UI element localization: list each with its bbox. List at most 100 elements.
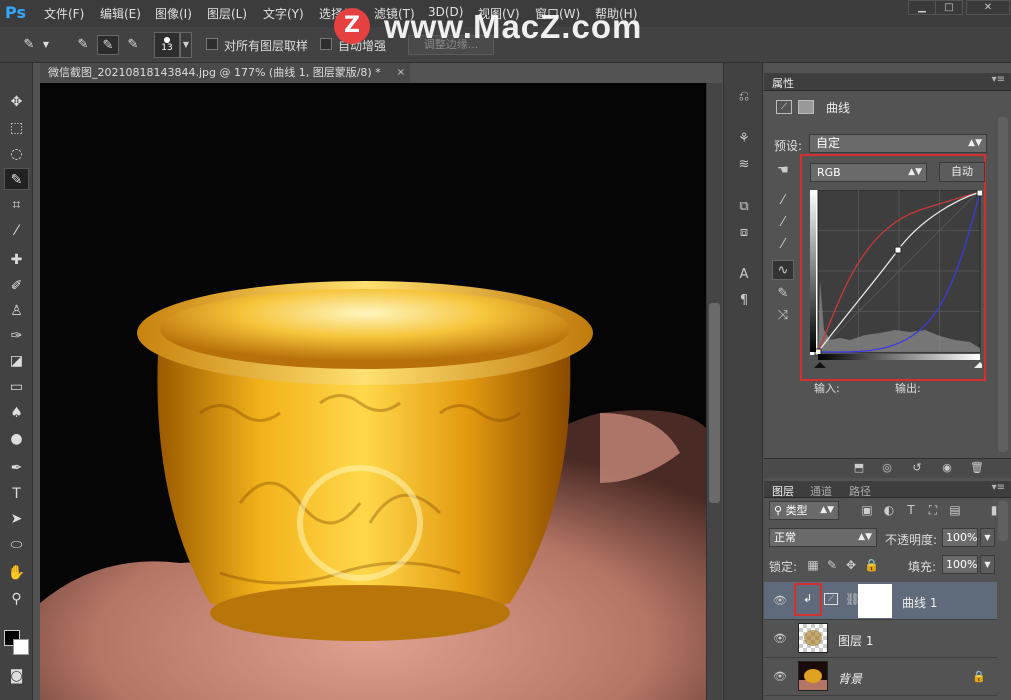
quick-mask-icon[interactable]: ◙	[4, 665, 29, 687]
crop-tool-icon[interactable]: ⌗	[4, 194, 29, 216]
subtract-selection-icon[interactable]: ✎	[122, 35, 144, 55]
filter-shape-icon[interactable]: ⛶	[925, 503, 941, 518]
move-tool-icon[interactable]: ✥	[4, 91, 29, 113]
curves-adjustment-icon[interactable]: ⟋	[776, 100, 792, 114]
lock-position-icon[interactable]: ✥	[844, 558, 858, 572]
menu-type[interactable]: 文字(Y)	[263, 5, 304, 22]
filter-smart-object-icon[interactable]: ▤	[947, 503, 963, 517]
clipping-mask-icon[interactable]: ↲	[803, 592, 812, 605]
path-selection-tool-icon[interactable]: ➤	[4, 508, 29, 530]
dodge-tool-icon[interactable]: ●	[4, 428, 29, 450]
layers-scrollbar[interactable]	[998, 501, 1008, 541]
menu-layer[interactable]: 图层(L)	[207, 5, 247, 22]
quick-selection-tool-icon[interactable]: ✎	[4, 168, 29, 190]
brush-tool-icon[interactable]: ✐	[4, 275, 29, 297]
document-canvas[interactable]	[40, 83, 706, 700]
type-tool-icon[interactable]: T	[4, 483, 29, 505]
auto-button[interactable]: 自动	[939, 162, 985, 182]
view-previous-state-icon[interactable]: ◎	[876, 461, 898, 474]
hand-tool-icon[interactable]: ✋	[4, 562, 29, 584]
tab-layers[interactable]: 图层	[772, 483, 794, 499]
layer-row-layer1[interactable]: 👁 图层 1	[764, 620, 997, 658]
layer-row-curves[interactable]: 👁 ↲ ⟋ ⛓ 曲线 1	[764, 582, 997, 620]
tab-channels[interactable]: 通道	[810, 483, 832, 499]
delete-icon[interactable]: 🗑	[966, 461, 988, 474]
visibility-icon[interactable]: ◉	[936, 461, 958, 474]
eye-icon[interactable]: 👁	[773, 632, 787, 645]
lock-transparent-icon[interactable]: ▦	[806, 558, 820, 572]
marquee-tool-icon[interactable]: ⬚	[4, 117, 29, 139]
black-point-eyedropper-icon[interactable]: ⁄	[772, 191, 794, 211]
blur-tool-icon[interactable]: ♠	[4, 402, 29, 424]
clip-to-layer-icon[interactable]: ⬒	[848, 461, 870, 474]
history-panel-icon[interactable]: ⎌	[733, 87, 755, 107]
fill-dropdown-icon[interactable]: ▼	[980, 555, 995, 574]
shape-tool-icon[interactable]: ⬭	[4, 534, 29, 556]
eye-icon[interactable]: 👁	[773, 594, 787, 607]
new-selection-icon[interactable]: ✎	[72, 35, 94, 55]
maximize-button[interactable]: □	[935, 0, 963, 15]
add-to-selection-icon[interactable]: ✎	[97, 35, 119, 55]
healing-brush-tool-icon[interactable]: ✚	[4, 249, 29, 271]
eye-icon[interactable]: 👁	[773, 670, 787, 683]
layer-row-background[interactable]: 👁 背景 🔒	[764, 658, 997, 696]
curves-graph[interactable]	[810, 190, 982, 375]
tool-preset-dropdown-icon[interactable]: ▼	[40, 35, 52, 55]
canvas-scroll-thumb[interactable]	[709, 303, 720, 503]
background-color-swatch[interactable]	[13, 639, 29, 655]
minimize-button[interactable]: ▁	[908, 0, 936, 15]
on-image-adjust-icon[interactable]: ☚	[772, 161, 794, 181]
brush-dropdown-icon[interactable]: ▼	[180, 32, 192, 58]
white-point-eyedropper-icon[interactable]: ⁄	[772, 235, 794, 255]
menu-file[interactable]: 文件(F)	[44, 5, 84, 22]
opacity-dropdown-icon[interactable]: ▼	[980, 528, 995, 547]
tab-paths[interactable]: 路径	[849, 483, 871, 499]
reset-icon[interactable]: ↺	[906, 461, 928, 474]
filter-type-icon[interactable]: T	[903, 503, 919, 517]
auto-enhance-checkbox[interactable]	[320, 38, 332, 50]
tool-presets-icon[interactable]: ⧈	[733, 223, 755, 243]
channel-select[interactable]: RGB ▲▼	[810, 163, 927, 182]
properties-tab[interactable]: 属性	[772, 75, 794, 91]
close-button[interactable]: ✕	[966, 0, 1010, 15]
brush-presets-icon[interactable]: ⚘	[733, 129, 755, 149]
sample-all-layers-checkbox[interactable]	[206, 38, 218, 50]
pencil-curve-icon[interactable]: ✎	[772, 284, 794, 304]
preset-select[interactable]: 自定 ▲▼	[809, 134, 987, 153]
filter-adjustment-icon[interactable]: ◐	[881, 503, 897, 517]
clone-stamp-tool-icon[interactable]: ♙	[4, 300, 29, 322]
eyedropper-tool-icon[interactable]: ⁄	[4, 220, 29, 242]
lock-all-icon[interactable]: 🔒	[864, 558, 879, 572]
brush-panel-icon[interactable]: ≋	[733, 155, 755, 175]
properties-scrollbar[interactable]	[998, 117, 1008, 452]
menu-edit[interactable]: 编辑(E)	[100, 5, 141, 22]
blend-mode-select[interactable]: 正常 ▲▼	[769, 528, 877, 547]
smooth-curve-icon[interactable]: ⤨	[772, 306, 794, 326]
gradient-tool-icon[interactable]: ▭	[4, 376, 29, 398]
history-brush-tool-icon[interactable]: ✑	[4, 325, 29, 347]
eraser-tool-icon[interactable]: ◪	[4, 350, 29, 372]
close-document-icon[interactable]: ×	[397, 63, 405, 83]
gray-point-eyedropper-icon[interactable]: ⁄	[772, 213, 794, 233]
layer-mask-icon[interactable]	[798, 100, 814, 114]
character-panel-icon[interactable]: A	[733, 265, 755, 285]
panel-menu-icon[interactable]: ▾≡	[992, 74, 1005, 85]
panel-menu-icon[interactable]: ▾≡	[992, 482, 1005, 493]
layer-filter-select[interactable]: ⚲ 类型 ▲▼	[769, 501, 839, 520]
document-tab[interactable]: 微信截图_20210818143844.jpg @ 177% (曲线 1, 图层…	[40, 63, 410, 83]
curves-adjustment-icon[interactable]: ⟋	[824, 593, 838, 605]
lock-image-icon[interactable]: ✎	[825, 558, 839, 572]
brush-size-picker[interactable]: 13	[154, 32, 180, 58]
menu-image[interactable]: 图像(I)	[155, 5, 192, 22]
clone-source-icon[interactable]: ⧉	[733, 197, 755, 217]
layer-mask-thumbnail[interactable]	[858, 584, 892, 618]
filter-pixel-icon[interactable]: ▣	[859, 503, 875, 517]
opacity-input[interactable]: 100%	[942, 528, 978, 547]
fill-input[interactable]: 100%	[942, 555, 978, 574]
curve-points-icon[interactable]: ∿	[772, 260, 794, 280]
tool-preset-icon[interactable]: ✎	[18, 35, 40, 55]
zoom-tool-icon[interactable]: ⚲	[4, 588, 29, 610]
paragraph-panel-icon[interactable]: ¶	[733, 291, 755, 311]
canvas-vertical-scrollbar[interactable]	[706, 83, 722, 700]
pen-tool-icon[interactable]: ✒	[4, 457, 29, 479]
